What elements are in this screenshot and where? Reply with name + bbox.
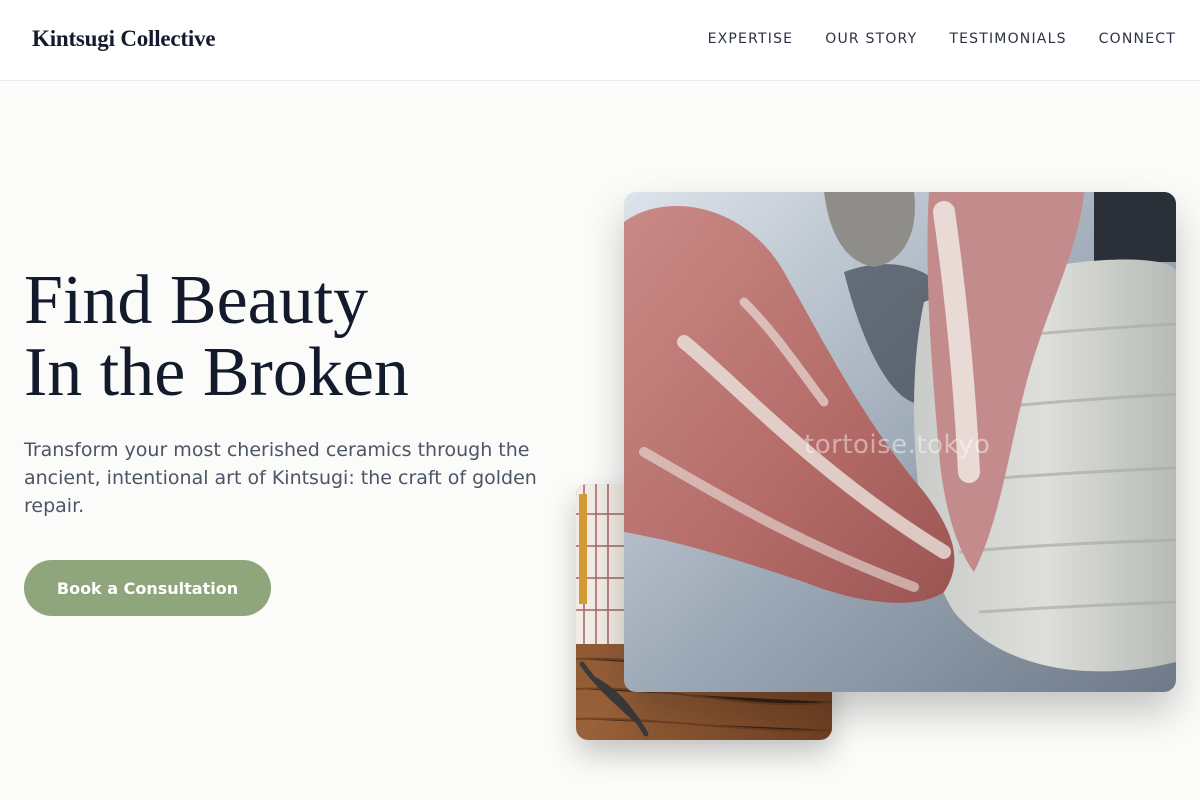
hero-title-line-2: In the Broken	[24, 334, 409, 411]
main-nav: EXPERTISE OUR STORY TESTIMONIALS CONNECT	[708, 31, 1176, 47]
nav-link-our-story[interactable]: OUR STORY	[825, 31, 917, 47]
site-logo[interactable]: Kintsugi Collective	[32, 26, 216, 52]
hero-title-line-1: Find Beauty	[24, 262, 369, 339]
hero-subtitle: Transform your most cherished ceramics t…	[24, 439, 537, 517]
nav-link-testimonials[interactable]: TESTIMONIALS	[949, 31, 1066, 47]
site-header: Kintsugi Collective EXPERTISE OUR STORY …	[0, 0, 1200, 81]
image-watermark: tortoise.tokyo	[804, 430, 991, 460]
book-consultation-button[interactable]: Book a Consultation	[24, 560, 271, 616]
pottery-hands-photo: tortoise.tokyo	[624, 192, 1176, 692]
hero-title: Find Beauty In the Broken	[24, 265, 409, 409]
nav-link-connect[interactable]: CONNECT	[1099, 31, 1176, 47]
nav-link-expertise[interactable]: EXPERTISE	[708, 31, 794, 47]
